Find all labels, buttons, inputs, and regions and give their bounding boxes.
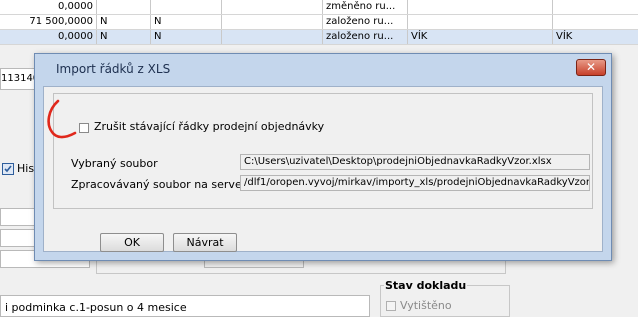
status-cell: založeno ru... — [323, 15, 408, 29]
dialog-title: Import řádků z XLS — [56, 62, 171, 76]
condition-text: i podminka c.1-posun o 4 mesice — [5, 301, 187, 314]
history-button[interactable]: Hist — [2, 162, 38, 175]
flag-cell: N — [97, 15, 151, 29]
table-row[interactable]: 71 500,0000 N N založeno ru... — [0, 15, 638, 30]
table-row[interactable]: 0,0000 změněno ru... — [0, 0, 638, 15]
status-cell: založeno ru... — [323, 30, 408, 44]
import-xls-dialog: Import řádků z XLS ✕ Zrušit stávající řá… — [34, 53, 612, 261]
server-file-field[interactable]: /dlf1/oropen.vyvoj/mirkav/importy_xls/pr… — [240, 175, 590, 191]
empty-cell — [222, 15, 323, 29]
status-cell: změněno ru... — [323, 0, 408, 14]
amount-cell: 71 500,0000 — [0, 15, 97, 29]
flag-cell — [97, 0, 151, 14]
selected-file-label: Vybraný soubor — [71, 157, 158, 170]
printed-label: Vytištěno — [400, 299, 452, 312]
user-cell: VÍK — [556, 31, 573, 42]
clear-rows-label: Zrušit stávající řádky prodejní objednáv… — [94, 120, 325, 133]
close-button[interactable]: ✕ — [576, 59, 606, 76]
dialog-body: Zrušit stávající řádky prodejní objednáv… — [43, 86, 603, 252]
user-cell: VÍK — [408, 30, 553, 44]
empty-cell — [222, 30, 323, 44]
selected-file-field[interactable]: C:\Users\uzivatel\Desktop\prodejniObjedn… — [240, 154, 590, 170]
document-status-title: Stav dokladu — [384, 279, 468, 292]
table-row[interactable]: 0,0000 N N založeno ru... VÍK VÍK — [0, 30, 638, 45]
user-cell — [408, 15, 553, 29]
flag-cell: N — [151, 15, 222, 29]
back-button[interactable]: Návrat — [173, 233, 237, 252]
flag-cell: N — [151, 30, 222, 44]
user-cell — [553, 0, 638, 14]
user-cell — [408, 0, 553, 14]
flag-cell — [151, 0, 222, 14]
user-cell — [553, 15, 638, 29]
close-icon: ✕ — [585, 60, 597, 74]
history-icon — [2, 162, 14, 175]
annotation-stroke — [47, 99, 77, 139]
server-file-label: Zpracovávaný soubor na serveru — [71, 178, 254, 191]
amount-cell: 0,0000 — [0, 30, 97, 44]
flag-cell: N — [97, 30, 151, 44]
amount-cell: 0,0000 — [0, 0, 97, 14]
options-group: Zrušit stávající řádky prodejní objednáv… — [53, 93, 593, 209]
ok-button[interactable]: OK — [100, 233, 164, 252]
empty-cell — [222, 0, 323, 14]
clear-rows-checkbox[interactable] — [79, 123, 89, 133]
printed-checkbox[interactable] — [386, 301, 396, 311]
